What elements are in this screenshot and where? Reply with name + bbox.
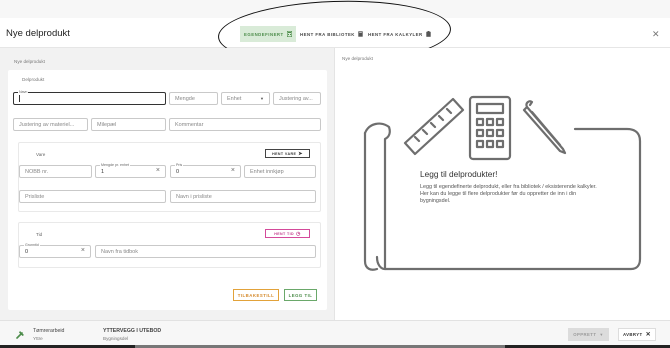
opprett-label: OPPRETT <box>573 332 597 337</box>
vare-section: Vare HENT VARE ➤ NOBB nr. Mengde pr. enh… <box>18 142 321 212</box>
hammer-icon <box>16 331 24 339</box>
navn-input[interactable]: Navn <box>13 90 166 105</box>
category-name: Tømrerarbeid <box>33 328 65 334</box>
tid-section: Tid HENT TID ◷ Grunntid 0 × Navn fra tid… <box>18 222 321 268</box>
section-label: Nye delprodukt <box>342 56 373 61</box>
kommentar-placeholder: Kommentar <box>175 121 204 128</box>
delprodukt-form-card: Delprodukt Navn Mengde Enhet ▼ Justering… <box>8 70 327 310</box>
text-cursor <box>19 95 20 102</box>
chevron-down-icon: ▼ <box>260 96 264 101</box>
grunntid-value: 0 <box>25 248 29 255</box>
hent-tid-button[interactable]: HENT TID ◷ <box>265 229 310 238</box>
opprett-button[interactable]: OPPRETT ▼ <box>568 328 609 341</box>
navn-label: Navn <box>18 90 29 94</box>
mengde-input[interactable]: Mengde <box>169 92 218 105</box>
legg-til-button[interactable]: LEGG TIL <box>284 289 317 301</box>
bygningsdel-sub: Bygningsdel <box>103 336 129 341</box>
vare-title: Vare <box>36 152 46 157</box>
justering-materiel-input[interactable]: Justering av materiel... <box>13 118 88 131</box>
dialog-footer: Tømrerarbeid Yttre YTTERVEGG I UTEBOD By… <box>0 320 670 348</box>
prisliste-input[interactable]: Prisliste <box>19 190 166 203</box>
justering-placeholder: Justering av... <box>279 95 313 102</box>
navn-tidbok-placeholder: Navn fra tidbok <box>101 248 138 255</box>
nobb-placeholder: NOBB nr. <box>25 168 49 175</box>
hent-vare-label: HENT VARE <box>272 151 297 156</box>
prisliste-placeholder: Prisliste <box>25 193 45 200</box>
close-icon: ✕ <box>645 332 652 338</box>
milepael-placeholder: Milepæl <box>97 121 117 128</box>
nobb-input[interactable]: NOBB nr. <box>19 165 92 178</box>
justering-materiel-placeholder: Justering av materiel... <box>19 121 75 128</box>
category-sub: Yttre <box>33 336 43 341</box>
enhet-placeholder: Enhet <box>227 95 242 102</box>
calculator-icon <box>468 95 512 161</box>
justering-av-input[interactable]: Justering av... <box>273 92 321 105</box>
navn-prisliste-input[interactable]: Navn i prisliste <box>170 190 316 203</box>
mengde-per-enhet-value: 1 <box>101 168 105 175</box>
empty-state-description: Legg til egendefinerte delprodukt, eller… <box>420 184 597 204</box>
grunntid-label: Grunntid <box>24 243 40 247</box>
clock-icon: ◷ <box>296 230 301 237</box>
navn-tidbok-input[interactable]: Navn fra tidbok <box>95 245 316 258</box>
mengde-per-enhet-input[interactable]: Mengde pr. enhet 1 × <box>95 163 166 178</box>
empty-state-title: Legg til delprodukter! <box>420 169 498 179</box>
mengde-per-enhet-label: Mengde pr. enhet <box>100 163 130 167</box>
pris-input[interactable]: Pris 0 × <box>170 163 241 178</box>
bygningsdel-name: YTTERVEGG I UTEBOD <box>103 328 162 334</box>
pris-value: 0 <box>176 168 180 175</box>
tid-title: Tid <box>36 232 43 237</box>
card-title: Delprodukt <box>22 77 45 82</box>
clear-icon[interactable]: × <box>231 167 235 174</box>
pencil-icon <box>522 100 567 155</box>
avbryt-button[interactable]: AVBRYT ✕ <box>618 328 656 341</box>
clear-icon[interactable]: × <box>81 247 85 254</box>
enhet-innkjop-input[interactable]: Enhet innkjøp <box>244 165 316 178</box>
ruler-icon <box>403 97 465 156</box>
mengde-placeholder: Mengde <box>175 95 195 102</box>
dialog-title: Nye delprodukt <box>6 28 70 39</box>
grunntid-input[interactable]: Grunntid 0 × <box>19 243 91 258</box>
send-icon: ➤ <box>298 150 303 157</box>
clear-icon[interactable]: × <box>156 167 160 174</box>
tilbakestill-button[interactable]: TILBAKESTILL <box>233 289 279 301</box>
kommentar-input[interactable]: Kommentar <box>169 118 321 131</box>
milepael-input[interactable]: Milepæl <box>91 118 166 131</box>
navn-prisliste-placeholder: Navn i prisliste <box>176 193 212 200</box>
close-icon[interactable]: ✕ <box>652 29 660 40</box>
enhet-innkjop-placeholder: Enhet innkjøp <box>250 168 284 175</box>
avbryt-label: AVBRYT <box>622 332 643 337</box>
chevron-down-icon: ▼ <box>599 332 604 337</box>
pris-label: Pris <box>175 163 184 167</box>
section-label: Nye delprodukt <box>14 59 45 64</box>
hent-vare-button[interactable]: HENT VARE ➤ <box>265 149 310 158</box>
hent-tid-label: HENT TID <box>274 231 294 236</box>
enhet-select[interactable]: Enhet ▼ <box>221 92 270 105</box>
